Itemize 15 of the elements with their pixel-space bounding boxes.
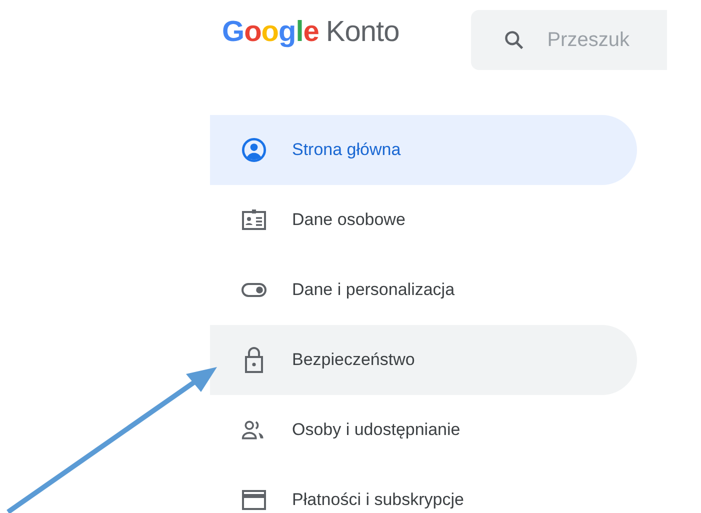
nav-item[interactable]: Dane i personalizacja (210, 255, 637, 325)
search-field[interactable]: Przeszuk (547, 28, 648, 52)
id-card-icon (241, 208, 267, 232)
account-icon (241, 137, 267, 163)
nav-item[interactable]: Dane osobowe (210, 185, 637, 255)
credit-card-icon (241, 489, 267, 511)
nav-item[interactable]: Płatności i subskrypcje (210, 465, 637, 513)
logo-text: Konto (326, 16, 400, 49)
lock-icon (244, 346, 264, 374)
search-icon (503, 29, 526, 51)
nav-item[interactable]: Bezpieczeństwo (210, 325, 637, 395)
nav-item[interactable]: Osoby i udostępnianie (210, 395, 637, 465)
logo-text: Google (222, 16, 319, 49)
nav-item[interactable]: Strona główna (210, 115, 637, 185)
toggle-icon (241, 282, 267, 298)
